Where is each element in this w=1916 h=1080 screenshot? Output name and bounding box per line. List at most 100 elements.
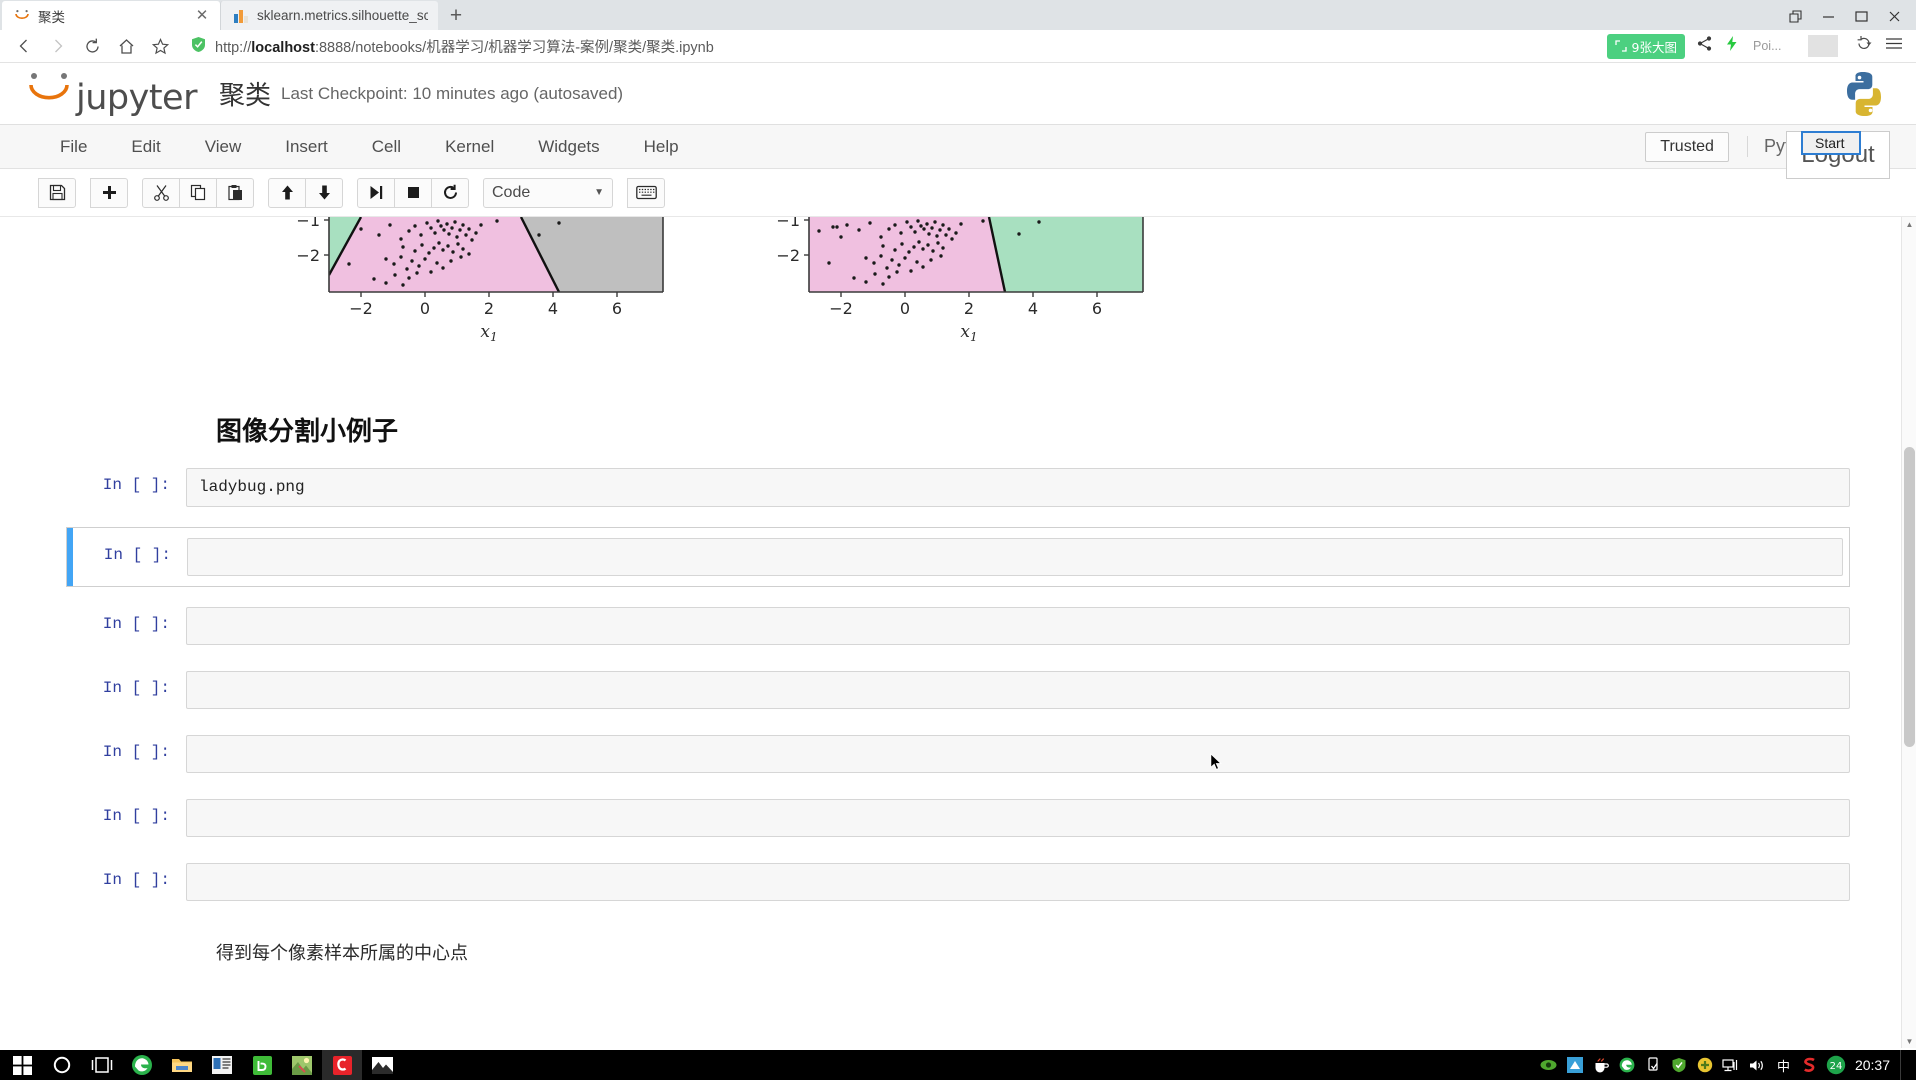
menu-insert[interactable]: Insert — [263, 137, 350, 157]
nvidia-tray-icon[interactable] — [1536, 1050, 1562, 1080]
toolbar-group-move — [268, 177, 343, 208]
new-tab-button[interactable]: + — [438, 1, 474, 30]
markdown-text[interactable]: 得到每个像素样本所属的中心点 — [216, 939, 1850, 965]
share-icon[interactable] — [1696, 35, 1713, 57]
photoshop-app-icon[interactable] — [282, 1050, 322, 1080]
cell-input[interactable] — [186, 798, 1850, 837]
coffee-tray-icon[interactable] — [1588, 1050, 1614, 1080]
command-palette-icon[interactable] — [627, 177, 665, 208]
ime-indicator[interactable]: 中 — [1770, 1056, 1797, 1075]
sogou-input-tray-icon[interactable] — [1797, 1050, 1823, 1080]
trusted-badge[interactable]: Trusted — [1645, 131, 1729, 162]
home-icon[interactable] — [110, 31, 142, 61]
markdown-heading[interactable]: 图像分割小例子 — [216, 411, 1850, 448]
task-view-icon[interactable] — [82, 1050, 122, 1080]
copy-icon[interactable] — [179, 177, 217, 208]
menu-edit[interactable]: Edit — [109, 137, 182, 157]
security-shield-tray-icon[interactable] — [1666, 1050, 1692, 1080]
cell-input[interactable]: ladybug.png — [186, 468, 1850, 507]
volume-tray-icon[interactable] — [1744, 1050, 1770, 1080]
svg-text:−2: −2 — [776, 246, 800, 265]
edge-browser-icon[interactable] — [122, 1050, 162, 1080]
update-tray-icon[interactable] — [1692, 1050, 1718, 1080]
file-explorer-icon[interactable] — [162, 1050, 202, 1080]
usb-eject-tray-icon[interactable] — [1640, 1050, 1666, 1080]
menu-kernel[interactable]: Kernel — [423, 137, 516, 157]
start-tooltip[interactable]: Start — [1801, 131, 1861, 155]
restore-down-icon[interactable] — [1788, 9, 1803, 26]
interrupt-kernel-icon[interactable] — [394, 177, 432, 208]
scrollbar-thumb[interactable] — [1904, 447, 1915, 747]
notebook-cell-5[interactable]: In [ ]: — [66, 729, 1850, 779]
cell-input[interactable] — [186, 606, 1850, 645]
back-arrow-icon[interactable] — [8, 31, 40, 61]
history-dropdown-icon[interactable] — [1849, 35, 1873, 57]
cell-input[interactable] — [186, 862, 1850, 901]
wps-app-icon[interactable] — [242, 1050, 282, 1080]
close-icon[interactable]: ✕ — [194, 7, 210, 24]
move-down-icon[interactable] — [305, 177, 343, 208]
browser-extensions: 9张大图 Poi... — [1606, 33, 1908, 59]
notebook-cell-4[interactable]: In [ ]: — [66, 665, 1850, 715]
cell-input[interactable] — [187, 537, 1843, 576]
news-app-icon[interactable] — [202, 1050, 242, 1080]
menu-widgets[interactable]: Widgets — [516, 137, 621, 157]
scroll-down-arrow-icon[interactable]: ▼ — [1902, 1034, 1916, 1048]
hamburger-menu-icon[interactable] — [1884, 35, 1904, 57]
notebook-cell-1[interactable]: In [ ]: ladybug.png — [66, 462, 1850, 513]
reload-icon[interactable] — [76, 31, 108, 61]
photos-app-icon[interactable] — [362, 1050, 402, 1080]
restart-kernel-icon[interactable] — [431, 177, 469, 208]
notebook-cell-6[interactable]: In [ ]: — [66, 793, 1850, 843]
pycharm-app-icon[interactable] — [322, 1050, 362, 1080]
cell-prompt: In [ ]: — [102, 614, 170, 633]
taskbar-clock[interactable]: 20:37 — [1849, 1057, 1900, 1073]
cut-icon[interactable] — [142, 177, 180, 208]
move-up-icon[interactable] — [268, 177, 306, 208]
jupyter-logo[interactable]: jupyter — [26, 69, 197, 118]
cell-input[interactable] — [186, 670, 1850, 709]
notebook-cell-7[interactable]: In [ ]: — [66, 857, 1850, 907]
edge-tray-icon[interactable] — [1614, 1050, 1640, 1080]
notebook-scroll-area[interactable]: −2 0 2 46 −1 −2 x1 −2 0 2 4 6 −1 −2 x1 图… — [0, 217, 1916, 1048]
menu-view[interactable]: View — [183, 137, 264, 157]
address-bar[interactable]: http://localhost:8888/notebooks/机器学习/机器学… — [184, 32, 1599, 60]
windows-start-icon[interactable] — [2, 1050, 42, 1080]
svg-text:−2: −2 — [349, 299, 373, 318]
notebook-cell-3[interactable]: In [ ]: — [66, 601, 1850, 651]
poi-extension[interactable]: Poi... — [1750, 35, 1838, 57]
toolbar-group-add — [90, 177, 128, 208]
scroll-up-arrow-icon[interactable]: ▲ — [1902, 217, 1916, 231]
window-controls — [1788, 9, 1916, 30]
capture-badge[interactable]: 9张大图 — [1606, 33, 1685, 59]
menu-help[interactable]: Help — [622, 137, 701, 157]
maximize-window-icon[interactable] — [1854, 9, 1869, 26]
close-window-icon[interactable] — [1887, 9, 1902, 26]
jupyter-header-right — [1838, 68, 1890, 120]
lightning-icon[interactable] — [1724, 35, 1739, 57]
minimize-window-icon[interactable] — [1821, 9, 1836, 26]
save-icon[interactable] — [38, 177, 76, 208]
cell-input[interactable] — [186, 734, 1850, 773]
chevron-down-icon: ▼ — [594, 187, 604, 198]
sklearn-favicon-icon — [233, 8, 249, 24]
star-icon[interactable] — [144, 31, 176, 61]
notification-badge[interactable]: 24 — [1823, 1050, 1849, 1080]
network-drive-tray-icon[interactable] — [1562, 1050, 1588, 1080]
browser-tab-jupyter[interactable]: 聚类 ✕ — [2, 1, 220, 30]
browser-tab-sklearn[interactable]: sklearn.metrics.silhouette_sco — [220, 1, 438, 30]
menu-cell[interactable]: Cell — [350, 137, 423, 157]
notebook-name[interactable]: 聚类 — [219, 75, 271, 112]
notebook-cell-2[interactable]: In [ ]: — [66, 526, 1850, 587]
svg-text:−2: −2 — [829, 299, 853, 318]
run-cell-icon[interactable] — [357, 177, 395, 208]
forward-arrow-icon[interactable] — [42, 31, 74, 61]
network-tray-icon[interactable] — [1718, 1050, 1744, 1080]
page-scrollbar[interactable]: ▲ ▼ — [1901, 217, 1916, 1048]
cortana-search-icon[interactable] — [42, 1050, 82, 1080]
add-cell-icon[interactable] — [90, 177, 128, 208]
show-desktop-button[interactable] — [1900, 1050, 1908, 1080]
menu-file[interactable]: File — [38, 137, 109, 157]
paste-icon[interactable] — [216, 177, 254, 208]
cell-type-select[interactable]: Code ▼ — [483, 177, 613, 208]
